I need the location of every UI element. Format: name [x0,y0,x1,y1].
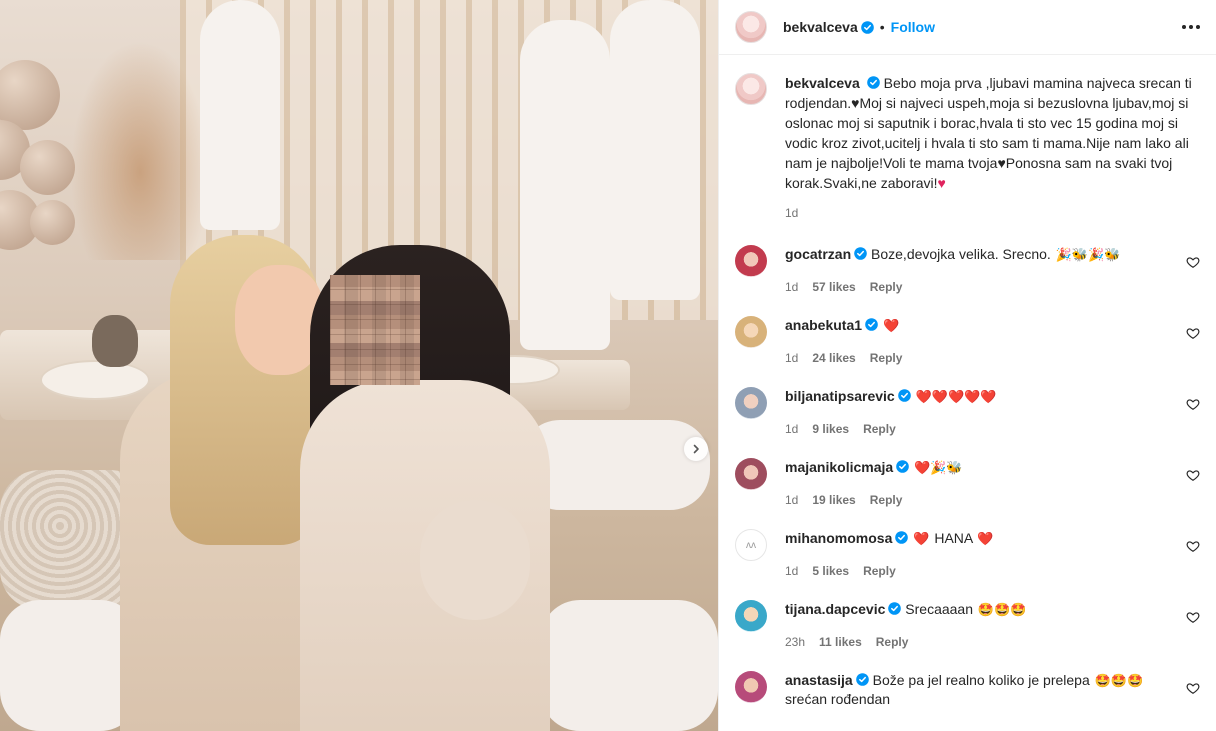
comment-username[interactable]: biljanatipsarevic [785,388,895,404]
post-viewer: bekvalceva • Follow bekvalceva Bebo moja… [0,0,1216,731]
comment-username[interactable]: mihanomomosa [785,530,892,546]
reply-button[interactable]: Reply [870,280,903,294]
comment: ʌʌ mihanomomosa ❤️ HANA ❤️ 1d 5 likes Re… [735,529,1200,578]
comment-username[interactable]: tijana.dapcevic [785,601,885,617]
comment-text: HANA [934,530,973,546]
verified-badge-icon [888,602,902,615]
black-heart-icon: ♥ [997,155,1006,171]
like-heart-icon[interactable] [1186,397,1200,411]
verified-badge-icon [897,389,911,402]
avatar[interactable] [735,11,767,43]
post-photo[interactable] [0,0,718,731]
caption-username[interactable]: bekvalceva [785,75,860,91]
chevron-right-icon [693,444,699,454]
comment-time: 1d [785,351,799,365]
floor-cushion [0,600,140,731]
avatar[interactable] [735,458,767,490]
verified-badge-icon [896,460,909,473]
comment-emoji: ❤️ [977,531,994,546]
comment-emoji: ❤️ [913,531,930,546]
comment: majanikolicmaja ❤️🎉🐝 1d 19 likes Reply [735,458,1200,507]
pixelation-grid [330,275,420,385]
post-sidebar: bekvalceva • Follow bekvalceva Bebo moja… [718,0,1216,731]
post-caption: bekvalceva Bebo moja prva ,ljubavi mamin… [735,73,1200,223]
comment: gocatrzan Boze,devojka velika. Srecno. 🎉… [735,245,1200,294]
comment-emoji: ❤️🎉🐝 [914,460,963,475]
reply-button[interactable]: Reply [863,564,896,578]
avatar[interactable] [735,671,767,703]
girl-knee [420,500,530,620]
vase [92,315,138,367]
avatar[interactable]: ʌʌ [735,529,767,561]
giraffe-statue [200,0,280,230]
comment: anabekuta1 ❤️ 1d 24 likes Reply [735,316,1200,365]
comment-time: 1d [785,493,799,507]
reply-button[interactable]: Reply [876,635,909,649]
giraffe-statue [520,20,610,350]
comment-emoji: ❤️ [882,318,900,333]
avatar[interactable] [735,73,767,105]
comment-time: 1d [785,564,799,578]
comment: anastasija Bože pa jel realno koliko je … [735,671,1200,708]
like-heart-icon[interactable] [1186,539,1200,553]
like-heart-icon[interactable] [1186,326,1200,340]
reply-button[interactable]: Reply [870,351,903,365]
plate [40,360,150,400]
comments-scroll[interactable]: bekvalceva Bebo moja prva ,ljubavi mamin… [719,55,1216,731]
like-heart-icon[interactable] [1186,255,1200,269]
comment-emoji: 🎉🐝🎉🐝 [1055,247,1121,262]
floor-cushion [540,600,718,731]
comment-text: Srecaaaan [905,601,973,617]
post-header: bekvalceva • Follow [719,0,1216,55]
comment-text: Bože pa jel realno koliko je prelepa [872,672,1090,688]
verified-badge-icon [860,20,874,34]
avatar[interactable] [735,387,767,419]
pampas-grass [70,40,210,260]
avatar[interactable] [735,600,767,632]
more-options-icon[interactable] [1182,25,1200,29]
avatar[interactable] [735,245,767,277]
giraffe-statue [610,0,700,300]
verified-badge-icon [855,673,869,686]
comment-username[interactable]: gocatrzan [785,246,851,262]
like-heart-icon[interactable] [1186,681,1200,695]
verified-badge-icon [865,318,878,331]
comment-likes[interactable]: 24 likes [812,351,855,365]
comment-emoji: 🤩🤩🤩 [977,602,1027,617]
separator-dot: • [879,19,885,35]
reply-button[interactable]: Reply [870,493,903,507]
comment: biljanatipsarevic ❤️❤️❤️❤️❤️ 1d 9 likes … [735,387,1200,436]
comment-likes[interactable]: 19 likes [812,493,855,507]
verified-badge-icon [866,76,880,89]
comment-time: 1d [785,280,799,294]
comment-username[interactable]: majanikolicmaja [785,459,893,475]
comment-emoji: 🤩🤩🤩 [1094,673,1144,688]
avatar[interactable] [735,316,767,348]
caption-time: 1d [785,206,799,220]
comment-text: srećan rođendan [785,691,891,707]
comment-username[interactable]: anastasija [785,672,853,688]
verified-badge-icon [895,531,909,544]
follow-button[interactable]: Follow [891,19,935,35]
next-image-button[interactable] [684,437,708,461]
like-heart-icon[interactable] [1186,468,1200,482]
comment-time: 1d [785,422,799,436]
comment-likes[interactable]: 5 likes [812,564,849,578]
reply-button[interactable]: Reply [863,422,896,436]
comment: tijana.dapcevic Srecaaaan 🤩🤩🤩 23h 11 lik… [735,600,1200,649]
comment-username[interactable]: anabekuta1 [785,317,862,333]
comment-likes[interactable]: 57 likes [812,280,855,294]
red-heart-icon: ♥ [937,175,946,191]
comment-time: 23h [785,635,806,649]
comment-emoji: ❤️❤️❤️❤️❤️ [915,389,997,404]
comment-likes[interactable]: 9 likes [812,422,849,436]
header-username[interactable]: bekvalceva [783,19,858,35]
like-heart-icon[interactable] [1186,610,1200,624]
verified-badge-icon [854,247,867,260]
comment-text: Boze,devojka velika. Srecno. [871,246,1051,262]
comment-likes[interactable]: 11 likes [819,635,862,649]
